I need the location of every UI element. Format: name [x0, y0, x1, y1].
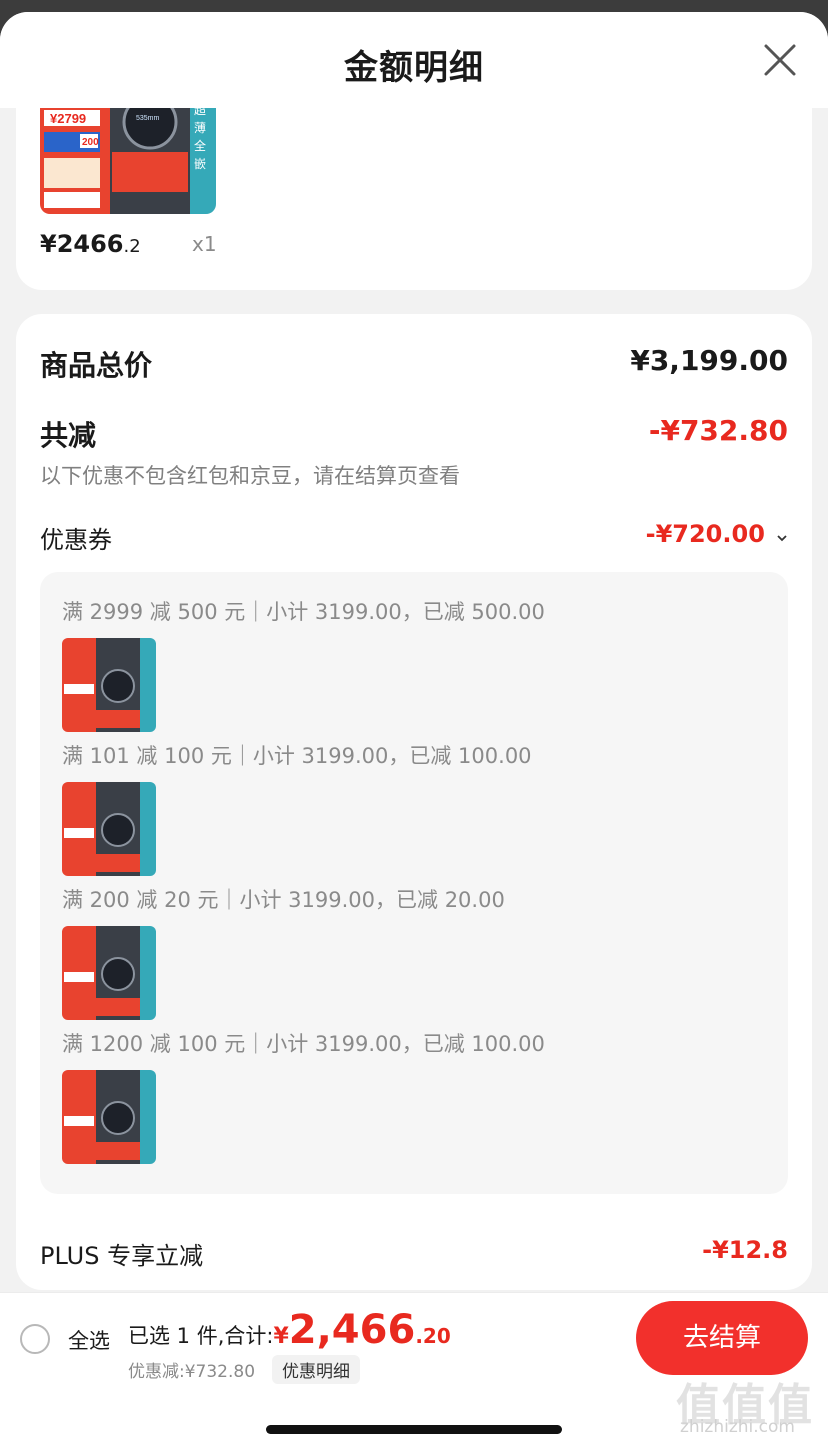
- chevron-down-icon: [777, 534, 787, 541]
- coupon-product-thumbnail: [62, 638, 156, 732]
- washing-machine-product-image: [62, 782, 156, 876]
- coupon-product-thumbnail: [62, 782, 156, 876]
- sheet-header: 金额明细: [0, 12, 828, 108]
- svg-text:薄: 薄: [194, 120, 206, 135]
- total-reduction-value: -¥732.80: [648, 414, 788, 447]
- discount-note: 以下优惠不包含红包和京豆，请在结算页查看: [40, 464, 460, 488]
- amount-detail-sheet: 金额明细 ¥2799 200 535mm 超 薄 全 嵌 ¥2466.2 x1 …: [0, 12, 828, 1449]
- sheet-title: 金额明细: [344, 48, 484, 88]
- svg-text:535mm: 535mm: [136, 115, 160, 122]
- coupon-label: 优惠券: [40, 526, 112, 554]
- coupon-product-thumbnail: [62, 1070, 156, 1164]
- coupon-item-text: 满 1200 减 100 元｜小计 3199.00，已减 100.00: [62, 1032, 545, 1056]
- coupon-value: -¥720.00: [645, 520, 765, 548]
- discount-summary: 优惠减:¥732.80: [128, 1362, 256, 1382]
- amount-detail-card: 商品总价 ¥3,199.00 共减 -¥732.80 以下优惠不包含红包和京豆，…: [16, 314, 812, 1290]
- product-quantity: x1: [192, 232, 217, 256]
- product-thumbnail[interactable]: ¥2799 200 535mm 超 薄 全 嵌: [40, 92, 216, 214]
- svg-text:¥2799: ¥2799: [50, 111, 86, 126]
- plus-discount-value: -¥12.8: [702, 1236, 788, 1264]
- washing-machine-product-image: [62, 638, 156, 732]
- checkout-button[interactable]: 去结算: [636, 1301, 808, 1375]
- total-price-row: 商品总价 ¥3,199.00: [40, 344, 788, 384]
- washing-machine-product-image: [62, 1070, 156, 1164]
- select-all-checkbox[interactable]: [20, 1324, 50, 1354]
- coupon-item-text: 满 200 减 20 元｜小计 3199.00，已减 20.00: [62, 888, 505, 912]
- total-amount: 2,466: [288, 1307, 416, 1353]
- washing-machine-product-image: [62, 926, 156, 1020]
- close-icon[interactable]: [762, 42, 798, 78]
- coupon-product-thumbnail: [62, 926, 156, 1020]
- selected-count-text: 已选 1 件,合计:: [128, 1324, 274, 1348]
- coupon-item-text: 满 2999 减 500 元｜小计 3199.00，已减 500.00: [62, 600, 545, 624]
- total-price-label: 商品总价: [40, 349, 153, 382]
- home-indicator[interactable]: [266, 1425, 562, 1434]
- total-currency: ¥: [273, 1324, 289, 1349]
- coupon-item-text: 满 101 减 100 元｜小计 3199.00，已减 100.00: [62, 744, 532, 768]
- svg-text:200: 200: [82, 137, 99, 148]
- washing-machine-product-image: ¥2799 200 535mm 超 薄 全 嵌: [40, 92, 216, 214]
- total-reduction-label: 共减: [40, 419, 97, 452]
- checkout-bar: 全选 已选 1 件,合计:¥2,466.20 优惠减:¥732.80 优惠明细 …: [0, 1292, 828, 1449]
- total-reduction-row: 共减 -¥732.80: [40, 414, 788, 454]
- svg-text:全: 全: [194, 138, 206, 153]
- product-price: ¥2466.2: [40, 230, 141, 258]
- total-amount-decimal: .20: [415, 1324, 451, 1348]
- coupon-list: 满 2999 减 500 元｜小计 3199.00，已减 500.00 满 10…: [40, 572, 788, 1194]
- discount-detail-button[interactable]: 优惠明细: [272, 1355, 360, 1384]
- svg-text:嵌: 嵌: [194, 157, 206, 171]
- coupon-row[interactable]: 优惠券 -¥720.00: [40, 520, 788, 556]
- watermark-url: zhizhizhi.com: [680, 1417, 795, 1437]
- plus-discount-row: PLUS 专享立减 -¥12.8: [40, 1236, 788, 1272]
- total-summary: 已选 1 件,合计:¥2,466.20: [128, 1307, 451, 1353]
- total-price-value: ¥3,199.00: [630, 344, 788, 377]
- plus-discount-label: PLUS 专享立减: [40, 1242, 204, 1270]
- select-all-label[interactable]: 全选: [68, 1325, 110, 1355]
- coupon-value-group: -¥720.00: [646, 520, 788, 548]
